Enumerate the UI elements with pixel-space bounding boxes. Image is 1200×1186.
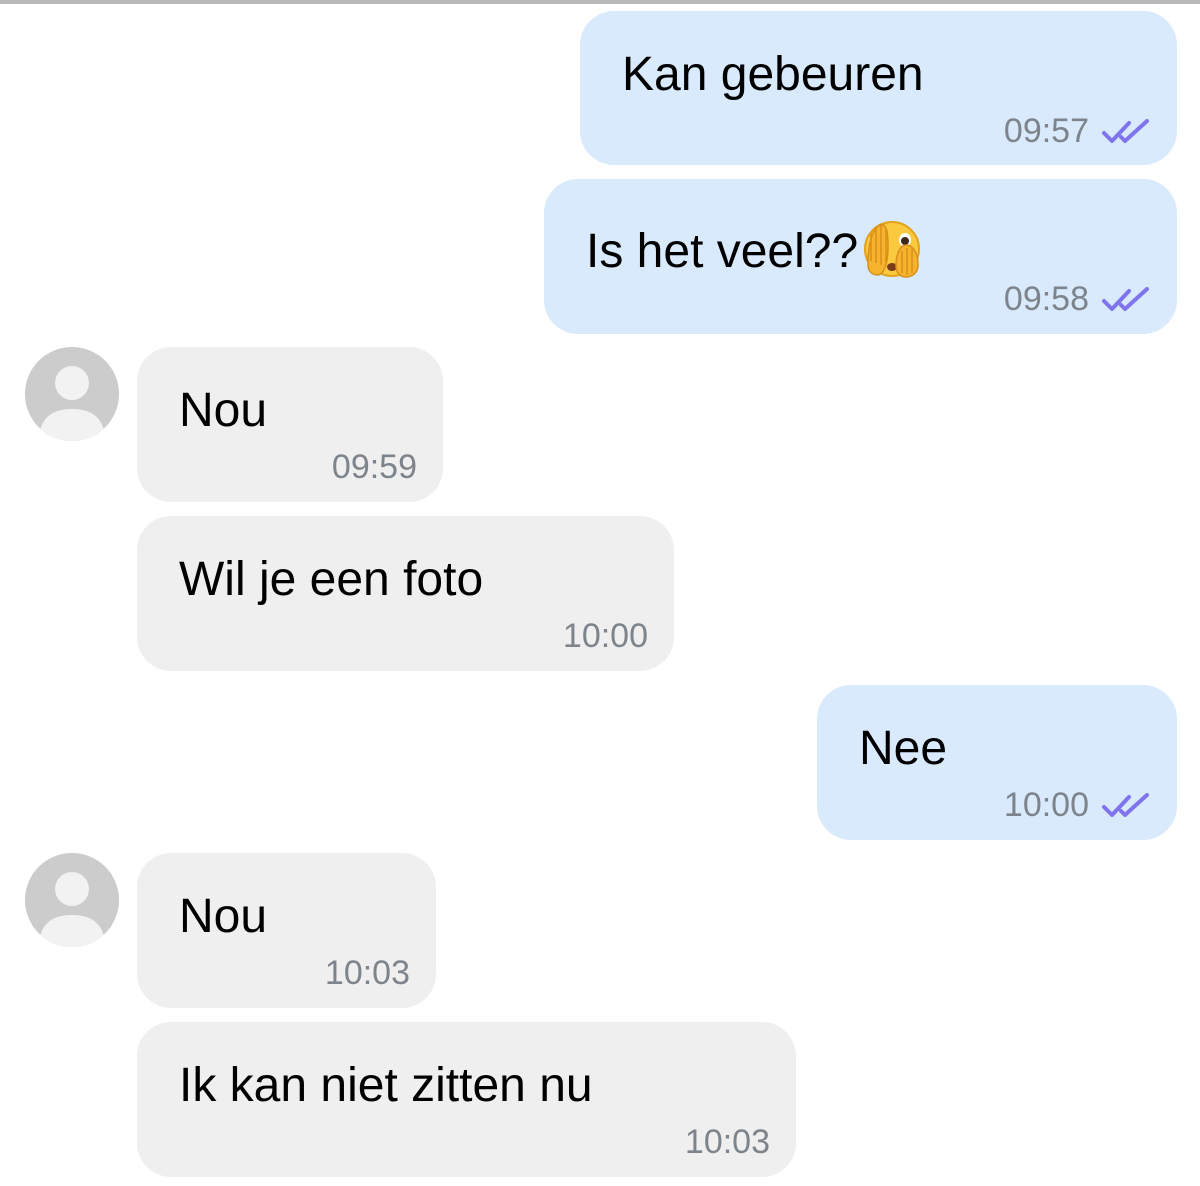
message-text: Ik kan niet zitten nu (179, 1059, 593, 1112)
message-time: 09:57 (1003, 112, 1089, 150)
double-check-icon (1102, 119, 1149, 143)
message-text: Wil je een foto (179, 553, 484, 606)
double-check-icon (1102, 793, 1149, 817)
message-time: 10:03 (684, 1123, 770, 1161)
default-user-avatar-icon (25, 853, 119, 947)
message-time: 09:59 (331, 448, 417, 486)
message-time: 10:03 (324, 954, 410, 992)
outgoing-message-bubble[interactable]: Nee 10:00 (817, 685, 1177, 840)
message-text: Is het veel?? (586, 215, 924, 280)
outgoing-message-bubble[interactable]: Is het veel?? 09:58 (544, 179, 1177, 334)
message-text: Nee (859, 722, 948, 775)
message-text-content: Is het veel?? (586, 225, 859, 278)
top-divider (0, 0, 1200, 4)
message-time: 09:58 (1003, 280, 1089, 318)
incoming-message-bubble[interactable]: Wil je een foto 10:00 (137, 516, 674, 671)
double-check-icon (1102, 287, 1149, 311)
outgoing-message-bubble[interactable]: Kan gebeuren 09:57 (580, 11, 1177, 165)
sender-avatar[interactable] (25, 853, 119, 947)
sender-avatar[interactable] (25, 347, 119, 441)
message-text: Nou (179, 890, 268, 943)
message-text: Nou (179, 384, 268, 437)
incoming-message-bubble[interactable]: Nou 09:59 (137, 347, 443, 502)
incoming-message-bubble[interactable]: Nou 10:03 (137, 853, 436, 1008)
default-user-avatar-icon (25, 347, 119, 441)
message-time: 10:00 (1003, 786, 1089, 824)
message-time: 10:00 (562, 617, 648, 655)
incoming-message-bubble[interactable]: Ik kan niet zitten nu 10:03 (137, 1022, 796, 1177)
message-text: Kan gebeuren (622, 48, 924, 101)
face-with-hand-over-mouth-emoji-icon (864, 221, 921, 278)
